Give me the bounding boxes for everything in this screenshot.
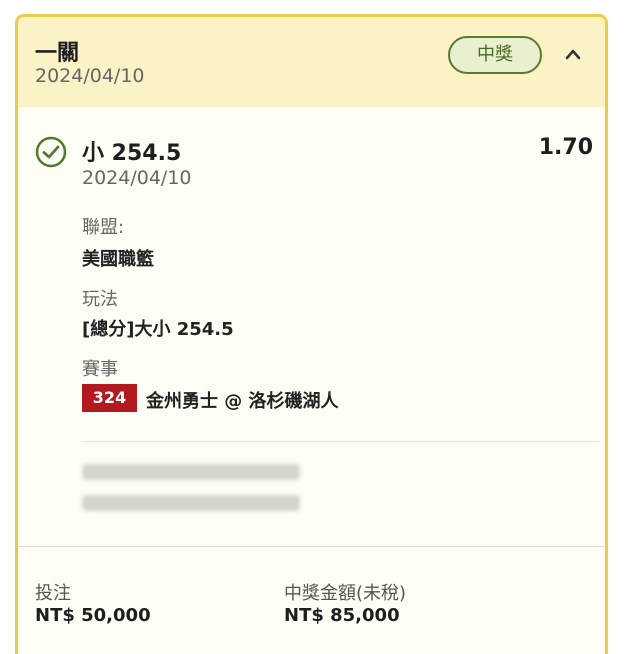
league-value: 美國職籃 [82,249,154,270]
win-status-badge: 中獎 [448,36,542,74]
redacted-text [82,464,300,480]
divider [82,441,600,442]
redacted-text [82,495,300,511]
stake-value: NT$ 50,000 [35,605,151,626]
bet-card-header[interactable]: 一關 2024/04/10 中獎 [18,17,605,107]
chevron-up-icon [565,49,581,60]
selection-date: 2024/04/10 [82,167,192,189]
bet-date: 2024/04/10 [35,65,145,87]
bet-card: 一關 2024/04/10 中獎 小 254.5 1.70 2024/04/10… [15,14,608,654]
payout-label: 中獎金額(未稅) [284,583,407,604]
market-label: 玩法 [82,289,118,310]
event-label: 賽事 [82,359,118,380]
stake-label: 投注 [35,583,71,604]
selection-odds: 1.70 [538,135,593,160]
payout-value: NT$ 85,000 [284,605,400,626]
market-value: [總分]大小 254.5 [82,319,234,340]
league-label: 聯盟: [82,217,125,238]
divider [18,546,605,547]
selection-pick: 小 254.5 [82,141,182,166]
collapse-button[interactable] [558,39,588,69]
event-number-badge: 324 [82,384,137,412]
check-circle-icon [35,136,67,168]
bet-type-title: 一關 [35,41,80,66]
event-name: 金州勇士 @ 洛杉磯湖人 [146,391,339,412]
